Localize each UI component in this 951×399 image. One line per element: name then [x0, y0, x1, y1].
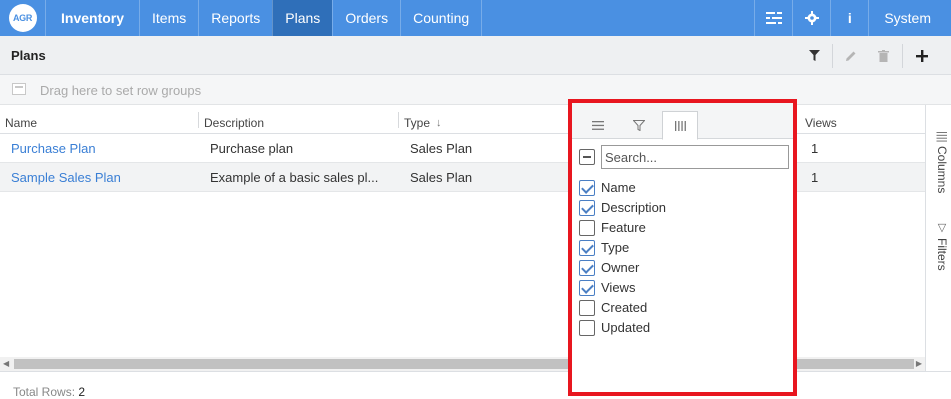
agr-logo: AGR [8, 4, 37, 32]
column-toggle-label: Owner [601, 260, 640, 275]
filter-icon [809, 50, 820, 61]
plan-name-link[interactable]: Purchase Plan [0, 134, 199, 163]
gear-icon[interactable] [792, 0, 830, 36]
column-toggle-label: Feature [601, 220, 646, 235]
plan-views: 1 [811, 170, 819, 185]
total-rows: Total Rows: 2 [13, 385, 85, 399]
total-rows-label: Total Rows: [13, 385, 76, 399]
column-header-label: Type [404, 116, 431, 130]
column-tool-panel: Name Description Feature Type Owner Views Crea… [568, 99, 797, 396]
nav-spacer [481, 0, 754, 36]
scroll-left-icon[interactable]: ◀ [3, 359, 9, 368]
filters-side-tab[interactable]: ▽ Filters [926, 221, 951, 271]
column-header-type[interactable]: Type ↓ [399, 105, 569, 134]
info-icon[interactable]: i [830, 0, 868, 36]
sort-descending-icon: ↓ [436, 117, 442, 129]
filter-button[interactable] [797, 36, 832, 75]
tool-panel-tabs [572, 103, 793, 140]
nav-item-reports[interactable]: Reports [198, 0, 272, 36]
column-header-name[interactable]: Name [0, 105, 198, 134]
columns-side-label: Columns [935, 146, 949, 194]
column-toggle-item[interactable]: Created [572, 298, 793, 318]
nav-system[interactable]: System [868, 0, 951, 36]
column-checkbox[interactable] [579, 280, 595, 296]
page-header: Plans [0, 36, 951, 75]
row-group-hint: Drag here to set row groups [40, 83, 202, 98]
column-header-label: Name [5, 116, 38, 130]
column-header-label: Description [204, 116, 265, 130]
trash-icon [878, 49, 889, 62]
tab-general-menu[interactable] [580, 111, 616, 139]
column-toggle-label: Type [601, 240, 630, 255]
column-header-description[interactable]: Description [199, 105, 398, 134]
column-toggle-item[interactable]: Views [572, 278, 793, 298]
tab-filter[interactable] [621, 111, 657, 139]
column-toggle-label: Name [601, 180, 636, 195]
column-toggle-item[interactable]: Type [572, 238, 793, 258]
tab-columns[interactable] [662, 111, 698, 140]
column-search-input[interactable] [601, 145, 789, 169]
select-all-checkbox[interactable] [579, 149, 595, 165]
plan-description: Purchase plan [210, 141, 294, 156]
column-checkbox[interactable] [579, 180, 595, 196]
column-header-label: Views [805, 116, 837, 130]
scroll-right-icon[interactable]: ▶ [916, 359, 922, 368]
column-checkbox[interactable] [579, 260, 595, 276]
nav-item-orders[interactable]: Orders [332, 0, 400, 36]
divider [902, 44, 903, 68]
nav-brand-inventory[interactable]: Inventory [45, 0, 139, 36]
column-toggle-item[interactable]: Feature [572, 218, 793, 238]
column-checkbox[interactable] [579, 240, 595, 256]
column-checkbox[interactable] [579, 220, 595, 236]
column-toggle-label: Updated [601, 320, 651, 335]
plan-description: Example of a basic sales pl... [210, 170, 379, 185]
pencil-icon [845, 51, 855, 61]
plan-name-link[interactable]: Sample Sales Plan [0, 163, 199, 192]
column-toggle-label: Views [601, 280, 636, 295]
page-title: Plans [11, 48, 46, 63]
edit-button[interactable] [833, 36, 868, 75]
menu-icon [592, 120, 604, 130]
column-toggle-item[interactable]: Name [572, 178, 793, 198]
list-settings-icon[interactable] [754, 0, 792, 36]
row-group-icon [12, 83, 26, 95]
plan-type: Sales Plan [410, 141, 473, 156]
row-group-panel[interactable]: Drag here to set row groups [0, 75, 951, 105]
nav-item-plans[interactable]: Plans [272, 0, 333, 36]
grid-footer: Total Rows: 2 [0, 371, 951, 399]
plan-type: Sales Plan [410, 170, 473, 185]
plan-views: 1 [811, 141, 819, 156]
columns-side-tab[interactable]: |||| Columns [926, 131, 951, 194]
column-header-views[interactable]: Views [800, 105, 920, 134]
columns-icon: |||| [936, 131, 948, 143]
side-tool-strip: |||| Columns ▽ Filters [925, 105, 951, 371]
column-search-row [572, 145, 793, 171]
column-toggle-item[interactable]: Updated [572, 318, 793, 338]
column-toggle-item[interactable]: Owner [572, 258, 793, 278]
column-toggle-item[interactable]: Description [572, 198, 793, 218]
nav-item-items[interactable]: Items [139, 0, 198, 36]
add-button[interactable] [904, 36, 939, 75]
columns-icon [674, 120, 686, 131]
column-toggle-label: Description [601, 200, 667, 215]
filter-outline-icon: ▽ [935, 221, 948, 234]
filters-side-label: Filters [935, 238, 949, 271]
total-rows-value: 2 [78, 385, 86, 399]
top-nav: AGR Inventory Items Reports Plans Orders… [0, 0, 951, 36]
plus-icon [915, 49, 928, 62]
filter-outline-icon [633, 119, 645, 131]
nav-item-counting[interactable]: Counting [400, 0, 481, 36]
column-checkbox[interactable] [579, 200, 595, 216]
logo[interactable]: AGR [0, 0, 45, 36]
column-checkbox[interactable] [579, 320, 595, 336]
delete-button[interactable] [866, 36, 901, 75]
column-toggle-label: Created [601, 300, 648, 315]
column-checkbox[interactable] [579, 300, 595, 316]
